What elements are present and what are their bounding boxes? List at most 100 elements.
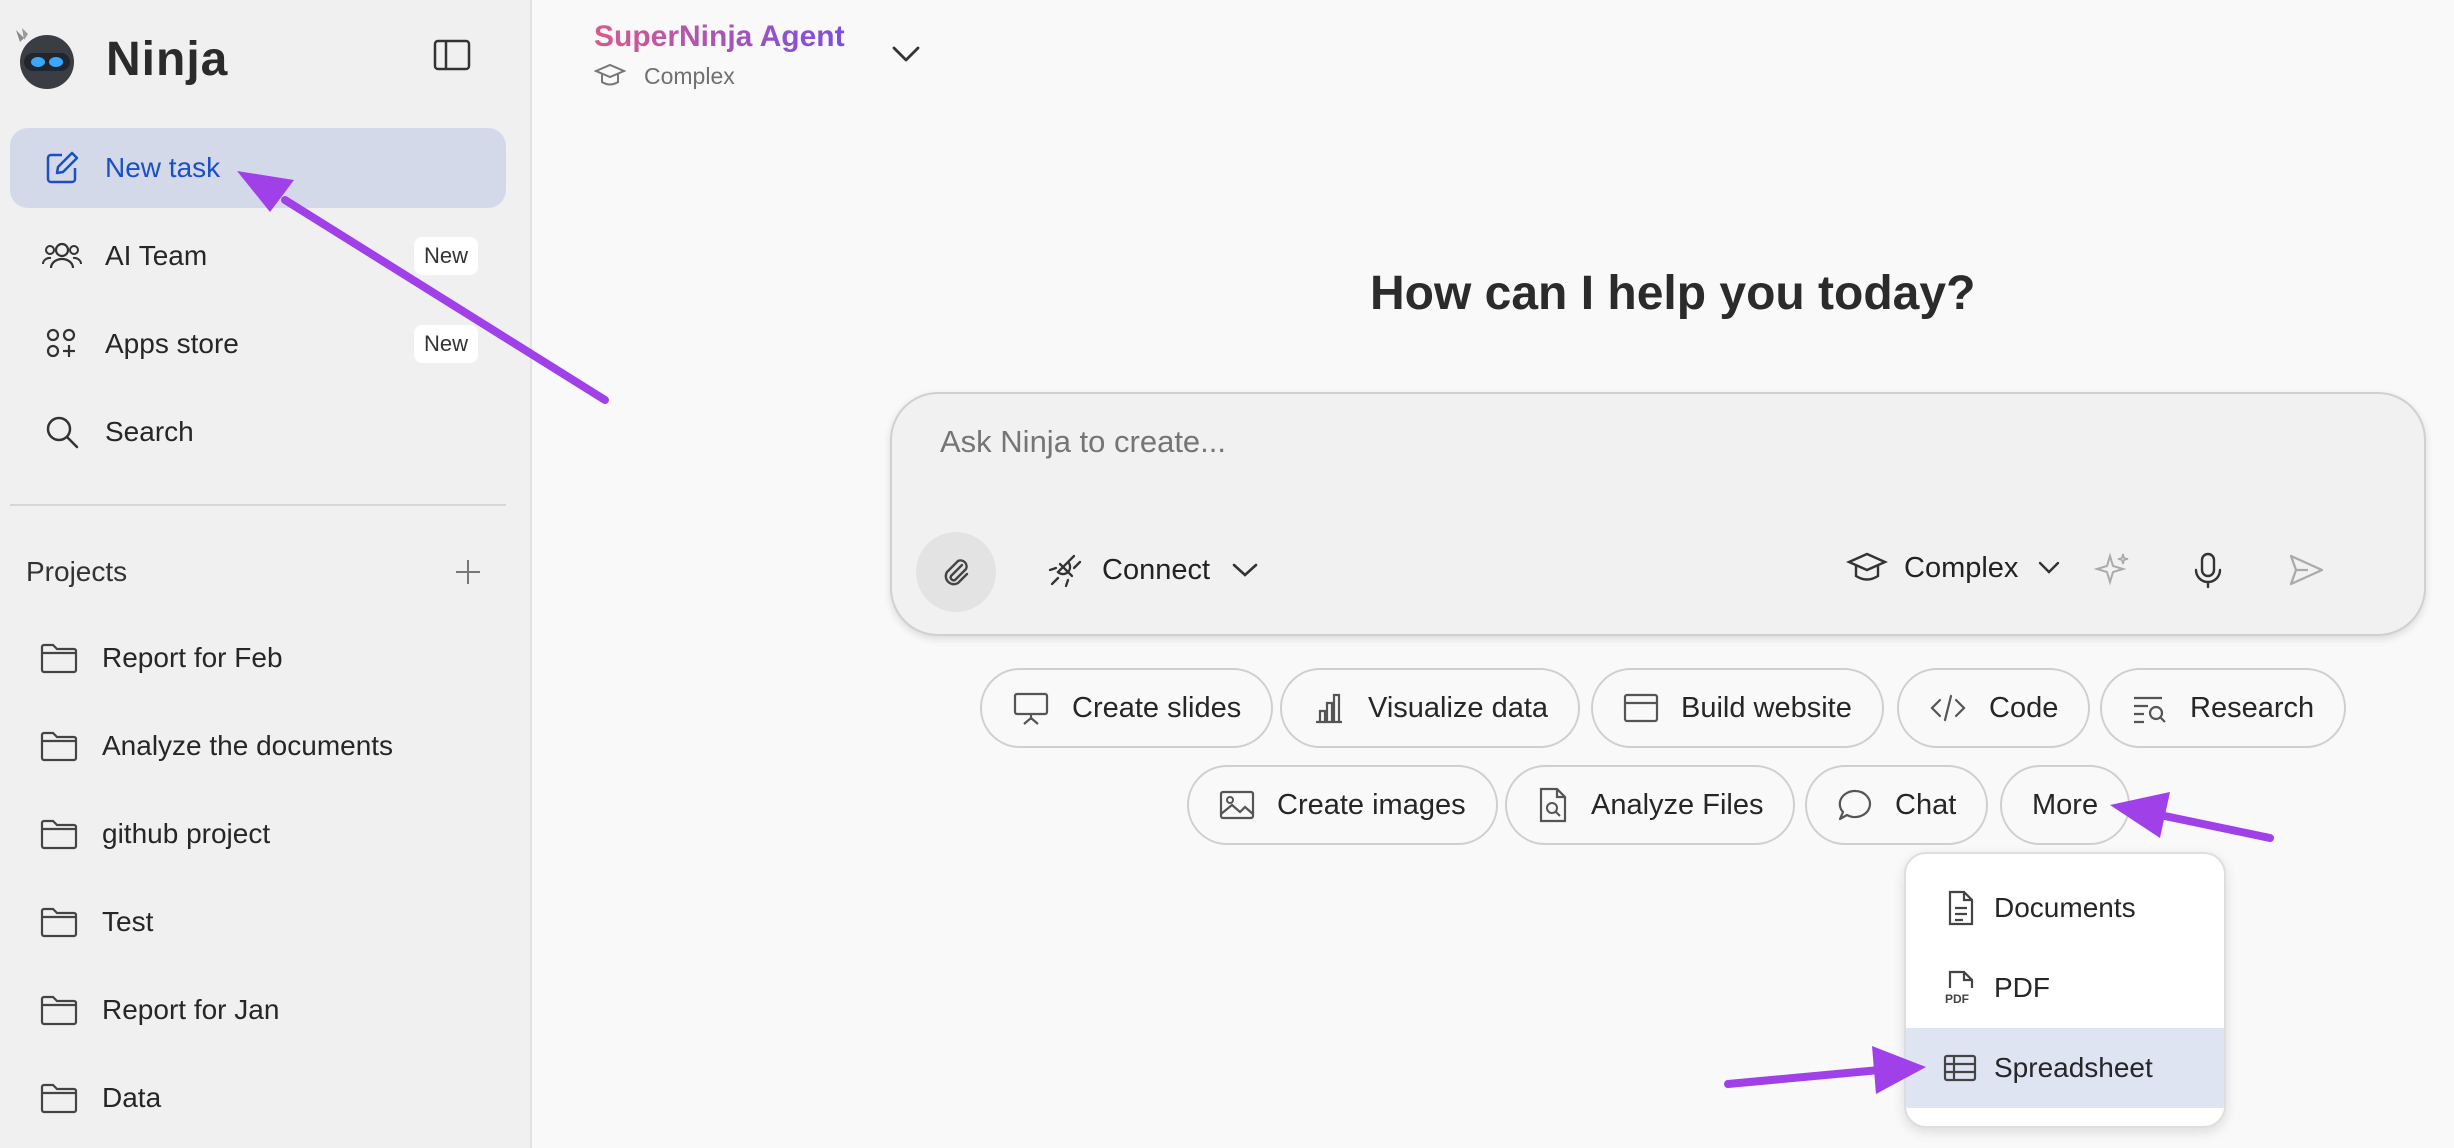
mode-selector[interactable]: Complex <box>1846 550 2062 586</box>
project-label: Test <box>102 906 154 937</box>
folder-icon <box>40 643 78 674</box>
project-item[interactable]: Analyze the documents <box>10 708 506 784</box>
page-heading: How can I help you today? <box>1370 267 1976 320</box>
graduation-cap-icon <box>1846 552 1888 581</box>
code-chip[interactable]: Code <box>1897 668 2091 748</box>
svg-text:PDF: PDF <box>1945 992 1969 1006</box>
menu-item-documents[interactable]: Documents <box>1906 868 2224 948</box>
chip-label: Visualize data <box>1368 691 1549 724</box>
project-item[interactable]: github project <box>10 796 506 872</box>
image-icon <box>1219 790 1255 820</box>
sparkle-icon[interactable] <box>2090 548 2134 592</box>
menu-item-label: Spreadsheet <box>1994 1052 2153 1083</box>
project-item[interactable]: Report for Jan <box>10 972 506 1048</box>
analyze-files-chip[interactable]: Analyze Files <box>1505 765 1796 845</box>
chat-chip[interactable]: Chat <box>1805 765 1989 845</box>
visualize-data-chip[interactable]: Visualize data <box>1280 668 1581 748</box>
annotation-arrow <box>2110 792 2274 842</box>
presentation-icon <box>1013 692 1049 725</box>
folder-icon <box>40 907 78 938</box>
agent-mode: Complex <box>644 62 735 89</box>
nav-label: Search <box>105 416 194 447</box>
bar-chart-icon <box>1316 693 1342 724</box>
annotation-arrow <box>1724 1046 1926 1094</box>
project-item[interactable]: Test <box>10 884 506 960</box>
projects-title: Projects <box>26 556 128 587</box>
paperclip-icon <box>944 559 969 586</box>
research-icon <box>2134 696 2166 724</box>
apps-icon <box>42 324 82 364</box>
folder-icon <box>40 731 78 762</box>
chevron-down-icon <box>2039 561 2060 574</box>
project-item[interactable]: Data <box>10 1060 506 1136</box>
research-chip[interactable]: Research <box>2100 668 2347 748</box>
nav-search[interactable]: Search <box>10 392 506 472</box>
chip-label: Create images <box>1277 788 1466 821</box>
chip-label: Build website <box>1681 691 1852 724</box>
menu-item-spreadsheet[interactable]: Spreadsheet <box>1906 1028 2224 1108</box>
agent-title: SuperNinja Agent <box>594 20 845 53</box>
team-icon <box>42 236 82 276</box>
project-label: Data <box>102 1082 162 1113</box>
ninja-logo-icon <box>14 28 76 90</box>
nav-apps-store[interactable]: Apps store New <box>10 304 506 384</box>
chip-label: Create slides <box>1072 691 1242 724</box>
new-badge: New <box>413 325 478 363</box>
more-menu: Documents PDF PDF Spreadsheet <box>1904 852 2226 1128</box>
more-chip[interactable]: More <box>2000 765 2131 845</box>
folder-icon <box>40 819 78 850</box>
chip-label: Analyze Files <box>1591 788 1764 821</box>
mode-label: Complex <box>1904 551 2019 584</box>
edit-icon <box>42 148 82 188</box>
spreadsheet-icon <box>1943 1054 1977 1082</box>
nav-label: Apps store <box>105 328 239 359</box>
connect-button[interactable]: Connect <box>1046 550 1260 590</box>
plug-icon <box>1048 554 1082 588</box>
attach-button[interactable] <box>916 532 996 612</box>
file-search-icon <box>1539 787 1567 823</box>
build-website-chip[interactable]: Build website <box>1591 668 1884 748</box>
folder-icon <box>40 995 78 1026</box>
create-images-chip[interactable]: Create images <box>1187 765 1498 845</box>
nav-label: AI Team <box>105 240 208 271</box>
sidebar: Ninja New task AI Team New Apps store Ne… <box>0 0 532 1148</box>
folder-icon <box>40 1083 78 1114</box>
graduation-cap-icon <box>594 63 626 86</box>
brand[interactable]: Ninja <box>14 28 228 90</box>
project-item[interactable]: Report for Feb <box>10 620 506 696</box>
chip-label: Chat <box>1895 788 1957 821</box>
menu-item-label: PDF <box>1994 972 2050 1003</box>
project-label: Report for Feb <box>102 642 283 673</box>
project-label: Analyze the documents <box>102 730 394 761</box>
document-icon <box>1948 890 1974 926</box>
nav-ai-team[interactable]: AI Team New <box>10 216 506 296</box>
prompt-input[interactable] <box>940 424 2340 460</box>
new-badge: New <box>413 237 478 275</box>
composer: Connect Complex <box>890 392 2426 636</box>
browser-window-icon <box>1623 693 1659 723</box>
menu-item-pdf[interactable]: PDF PDF <box>1906 948 2224 1028</box>
sidebar-divider <box>10 504 506 506</box>
chip-label: Research <box>2190 691 2315 724</box>
chip-label: More <box>2032 788 2099 821</box>
chat-bubble-icon <box>1838 789 1872 821</box>
pdf-icon: PDF <box>1945 970 1974 1006</box>
nav-label: New task <box>105 152 221 183</box>
code-icon <box>1930 694 1966 722</box>
send-icon[interactable] <box>2284 548 2328 592</box>
microphone-icon[interactable] <box>2186 548 2230 592</box>
chevron-down-icon[interactable] <box>888 40 924 68</box>
brand-name: Ninja <box>106 32 229 86</box>
add-project-icon[interactable] <box>452 556 484 588</box>
chevron-down-icon <box>1232 563 1258 577</box>
menu-item-label: Documents <box>1994 892 2136 923</box>
project-label: Report for Jan <box>102 994 280 1025</box>
sidebar-toggle-icon[interactable] <box>432 38 476 74</box>
create-slides-chip[interactable]: Create slides <box>980 668 1274 748</box>
project-label: github project <box>102 818 271 849</box>
connect-label: Connect <box>1102 553 1211 586</box>
chip-label: Code <box>1989 691 2059 724</box>
nav-new-task[interactable]: New task <box>10 128 506 208</box>
search-icon <box>42 412 82 452</box>
agent-selector[interactable]: SuperNinja Agent Complex <box>594 20 845 90</box>
